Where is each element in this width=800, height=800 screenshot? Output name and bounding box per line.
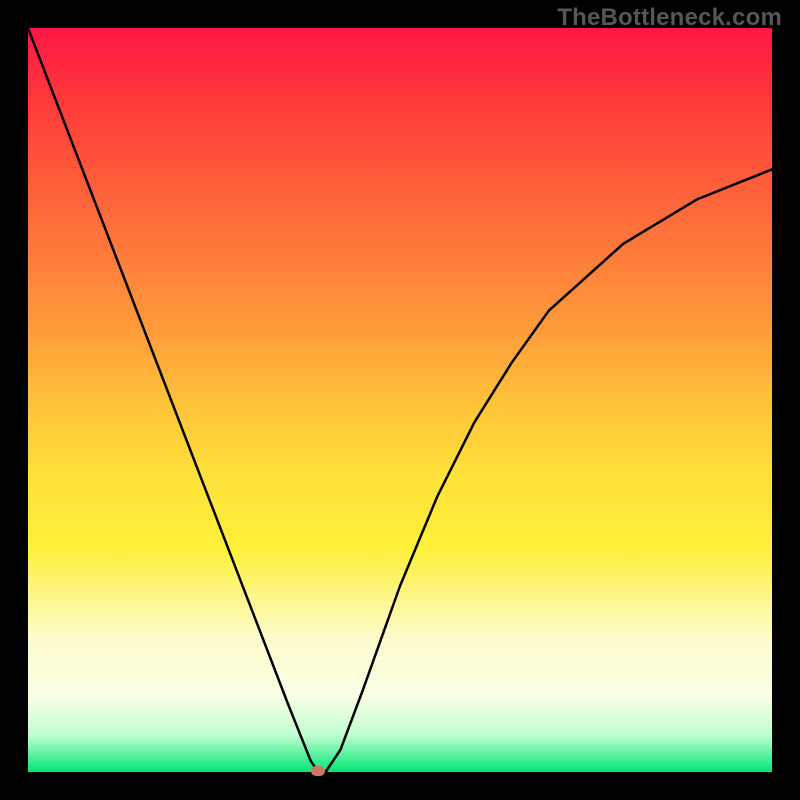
curve-path [28, 28, 772, 772]
plot-area [28, 28, 772, 772]
optimal-point-marker [311, 766, 325, 776]
chart-frame: TheBottleneck.com [0, 0, 800, 800]
bottleneck-curve [28, 28, 772, 772]
